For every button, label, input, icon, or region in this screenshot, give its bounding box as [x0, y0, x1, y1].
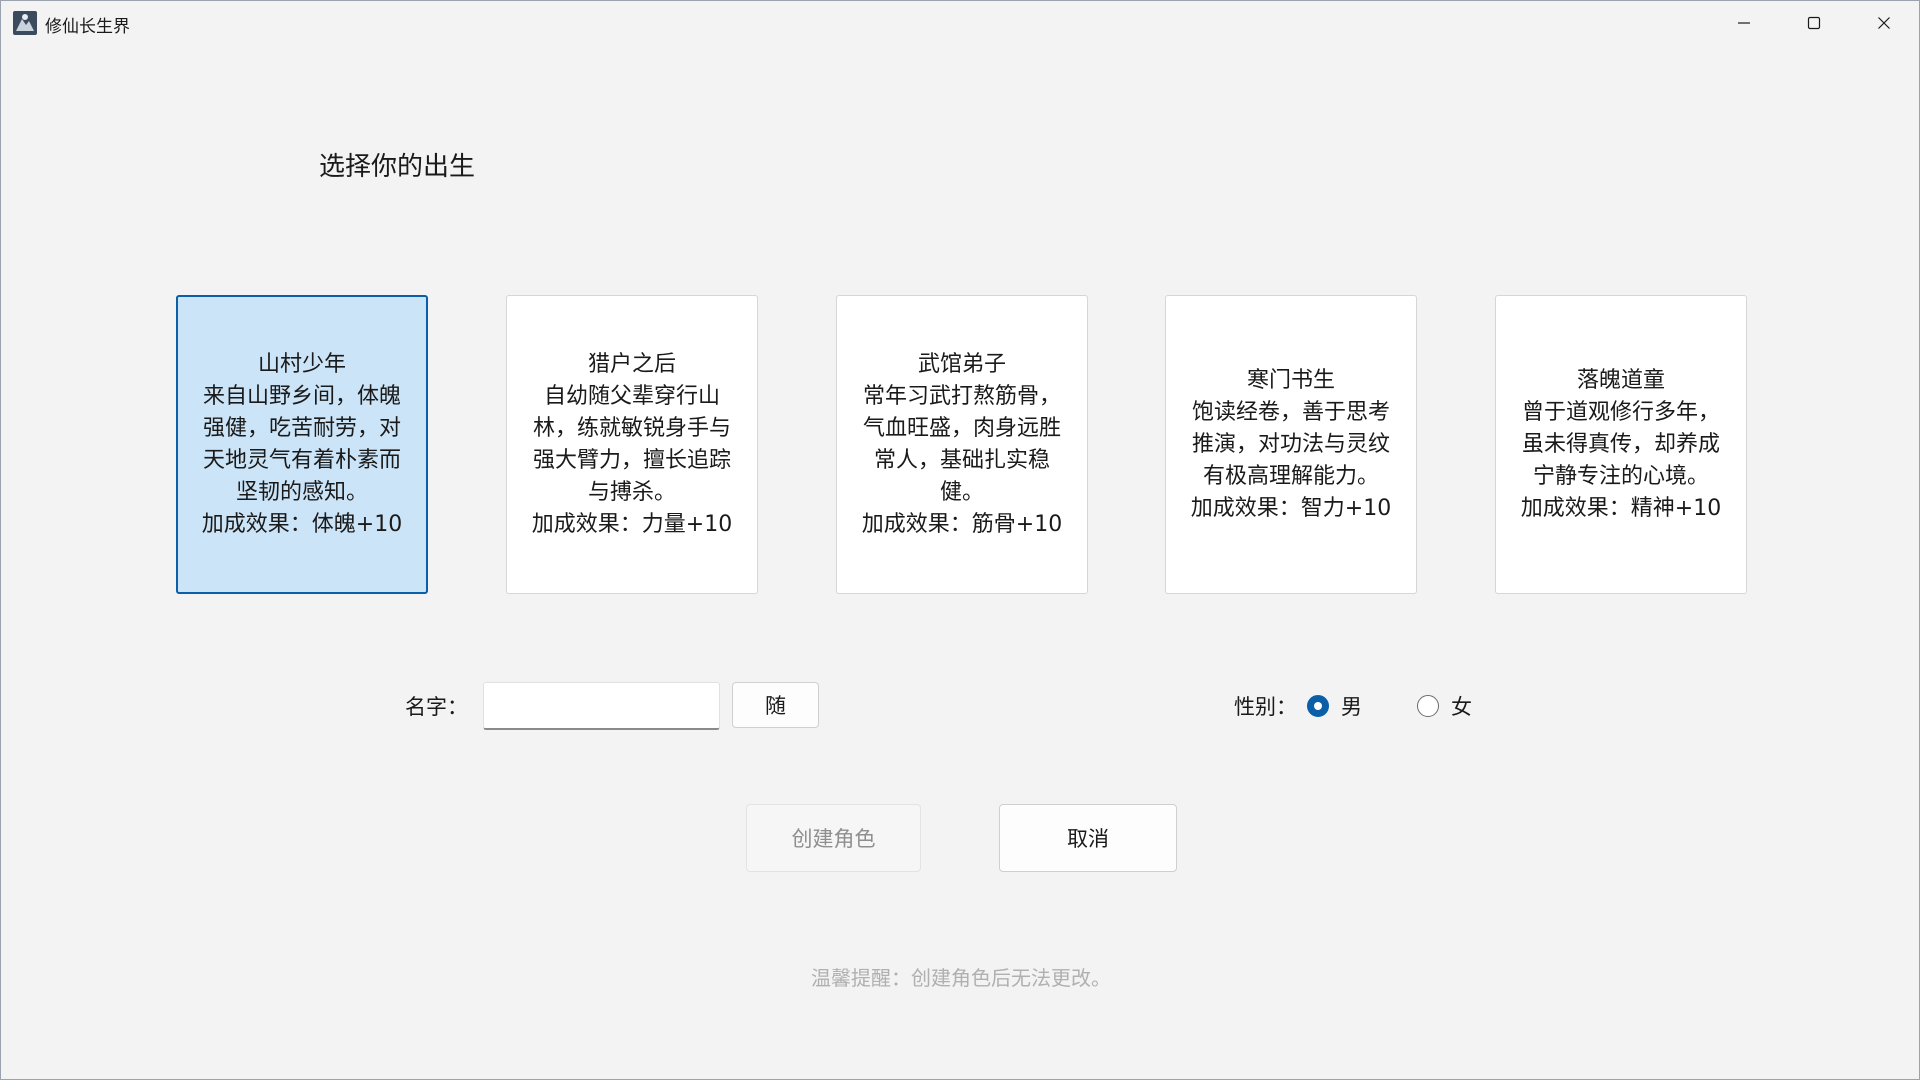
card-description: 常年习武打熬筋骨，气血旺盛，肉身远胜常人，基础扎实稳健。 [862, 383, 1061, 505]
app-icon [13, 11, 37, 35]
warning-tip: 温馨提醒：创建角色后无法更改。 [811, 966, 1111, 990]
card-title: 猎户之后 [587, 351, 676, 377]
radio-female[interactable] [1417, 695, 1439, 717]
name-input[interactable] [483, 682, 720, 730]
card-description: 曾于道观修行多年，虽未得真传，却养成宁静专注的心境。 [1521, 399, 1720, 489]
window-title: 修仙长生界 [45, 17, 130, 37]
origin-card-martial-disciple[interactable]: 武馆弟子 常年习武打熬筋骨，气血旺盛，肉身远胜常人，基础扎实稳健。 加成效果：筋… [836, 295, 1088, 594]
gender-label: 性别： [1234, 695, 1297, 719]
card-bonus: 加成效果：筋骨+10 [861, 511, 1063, 537]
random-name-button[interactable]: 随 [732, 682, 819, 728]
gender-male-label: 男 [1341, 695, 1362, 719]
close-button[interactable] [1849, 1, 1919, 45]
title-bar[interactable]: 修仙长生界 [1, 1, 1919, 45]
create-character-button[interactable]: 创建角色 [746, 804, 921, 872]
card-description: 自幼随父辈穿行山林，练就敏锐身手与强大臂力，擅长追踪与搏杀。 [532, 383, 731, 505]
card-title: 山村少年 [257, 351, 346, 377]
gender-option-female[interactable]: 女 [1417, 691, 1472, 721]
name-label: 名字： [405, 695, 468, 719]
gender-female-label: 女 [1451, 695, 1472, 719]
app-window: 修仙长生界 选择你的出生 山村少年 来自山野乡间，体魄强健，吃苦耐劳，对天地灵气… [0, 0, 1920, 1080]
card-bonus: 加成效果：力量+10 [531, 511, 733, 537]
cancel-button[interactable]: 取消 [999, 804, 1177, 872]
gender-option-male[interactable]: 男 [1307, 691, 1362, 721]
card-description: 来自山野乡间，体魄强健，吃苦耐劳，对天地灵气有着朴素而坚韧的感知。 [202, 383, 401, 505]
page-heading: 选择你的出生 [319, 152, 476, 182]
card-title: 落魄道童 [1576, 367, 1665, 393]
origin-card-mountain-village[interactable]: 山村少年 来自山野乡间，体魄强健，吃苦耐劳，对天地灵气有着朴素而坚韧的感知。 加… [176, 295, 428, 594]
origin-card-taoist-boy[interactable]: 落魄道童 曾于道观修行多年，虽未得真传，却养成宁静专注的心境。 加成效果：精神+… [1495, 295, 1747, 594]
origin-card-hunter[interactable]: 猎户之后 自幼随父辈穿行山林，练就敏锐身手与强大臂力，擅长追踪与搏杀。 加成效果… [506, 295, 758, 594]
card-description: 饱读经卷，善于思考推演，对功法与灵纹有极高理解能力。 [1191, 399, 1390, 489]
card-title: 寒门书生 [1246, 367, 1335, 393]
card-title: 武馆弟子 [917, 351, 1006, 377]
origin-card-poor-scholar[interactable]: 寒门书生 饱读经卷，善于思考推演，对功法与灵纹有极高理解能力。 加成效果：智力+… [1165, 295, 1417, 594]
card-bonus: 加成效果：智力+10 [1190, 495, 1392, 521]
card-bonus: 加成效果：体魄+10 [201, 511, 403, 537]
minimize-button[interactable] [1709, 1, 1779, 45]
card-bonus: 加成效果：精神+10 [1520, 495, 1722, 521]
maximize-icon [1807, 16, 1821, 30]
radio-male[interactable] [1307, 695, 1329, 717]
minimize-icon [1738, 22, 1750, 24]
close-icon [1878, 17, 1890, 29]
maximize-button[interactable] [1779, 1, 1849, 45]
